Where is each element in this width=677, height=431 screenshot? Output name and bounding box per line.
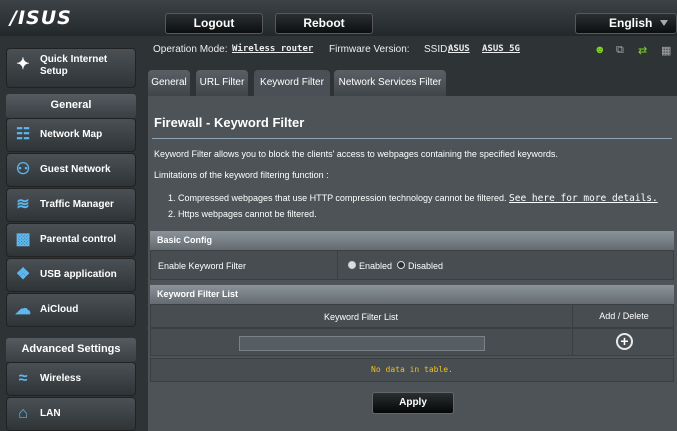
description-text: Keyword Filter allows you to block the c…	[154, 149, 558, 159]
home-icon: ⌂	[18, 405, 28, 422]
top-bar: /ISUS Logout Reboot English	[0, 0, 677, 36]
add-keyword-cell: +	[572, 329, 675, 355]
sidebar-item-label: Wireless	[40, 373, 82, 384]
add-delete-column-header: Add / Delete	[572, 305, 675, 327]
sidebar-item-label: LAN	[40, 408, 61, 419]
operation-mode-link[interactable]: Wireless router	[232, 44, 313, 54]
sidebar-item-quick-internet-setup[interactable]: ✦ Quick Internet Setup	[6, 48, 136, 88]
sidebar-item-label: AiCloud	[40, 304, 79, 315]
sidebar: ✦ Quick Internet Setup General ☷ Network…	[0, 40, 138, 431]
title-divider	[152, 138, 672, 139]
sidebar-item-label: Network Map	[40, 129, 103, 140]
ssid-label: SSID:	[424, 44, 451, 55]
keyword-filter-list-heading: Keyword Filter List	[150, 285, 674, 304]
general-heading: General	[6, 94, 136, 118]
tab-keyword-filter[interactable]: Keyword Filter	[254, 70, 330, 96]
chevron-down-icon	[660, 20, 668, 26]
sidebar-item-label: Quick Internet Setup	[40, 54, 108, 77]
add-icon[interactable]: +	[616, 333, 633, 350]
status-bar: Operation Mode: Wireless router Firmware…	[148, 38, 677, 63]
limitation-item: 1. Compressed webpages that use HTTP com…	[168, 193, 658, 204]
sidebar-item-traffic-manager[interactable]: ≋ Traffic Manager	[6, 188, 136, 222]
page-title: Firewall - Keyword Filter	[154, 115, 305, 130]
sidebar-item-parental-control[interactable]: ▩ Parental control	[6, 223, 136, 257]
tab-general[interactable]: General	[148, 70, 190, 96]
keyword-table-header: Keyword Filter List Add / Delete	[150, 304, 674, 328]
enabled-label[interactable]: Enabled	[359, 261, 392, 271]
keyword-input[interactable]	[239, 336, 485, 351]
keyword-column-header: Keyword Filter List	[323, 312, 399, 322]
enable-keyword-filter-label: Enable Keyword Filter	[158, 261, 247, 271]
disabled-label[interactable]: Disabled	[408, 261, 443, 271]
usb-icon[interactable]: ⇄	[638, 44, 647, 57]
apply-button[interactable]: Apply	[372, 392, 454, 414]
ssid-5g-link[interactable]: ASUS_5G	[482, 44, 520, 54]
sidebar-item-label: Traffic Manager	[40, 199, 114, 210]
tab-url-filter[interactable]: URL Filter	[196, 70, 248, 96]
guest-network-icon: ⚇	[15, 161, 31, 178]
main-panel: Firewall - Keyword Filter Keyword Filter…	[148, 96, 677, 431]
operation-mode-label: Operation Mode:	[153, 44, 228, 55]
firmware-label: Firmware Version:	[329, 44, 410, 55]
asus-logo: /ISUS	[10, 7, 72, 29]
language-select[interactable]: English	[575, 13, 677, 34]
see-details-link[interactable]: See here for more details.	[509, 193, 658, 204]
sidebar-item-aicloud[interactable]: ☁ AiCloud	[6, 293, 136, 327]
sidebar-item-label: Parental control	[40, 234, 117, 245]
network-map-icon: ☷	[15, 126, 31, 143]
limitation-text: 1. Compressed webpages that use HTTP com…	[168, 193, 510, 203]
sidebar-item-usb-application[interactable]: ❖ USB application	[6, 258, 136, 292]
cloud-icon: ☁	[15, 301, 31, 318]
ssid-2g-link[interactable]: ASUS	[448, 44, 470, 54]
user-icon[interactable]: ☻	[594, 44, 606, 56]
sidebar-item-network-map[interactable]: ☷ Network Map	[6, 118, 136, 152]
wand-icon: ✦	[16, 56, 30, 73]
language-value: English	[609, 16, 653, 30]
sidebar-item-label: USB application	[40, 269, 117, 280]
enabled-radio[interactable]	[348, 261, 356, 269]
disabled-radio[interactable]	[397, 261, 405, 269]
sidebar-item-label: Guest Network	[40, 164, 111, 175]
reboot-button[interactable]: Reboot	[275, 13, 373, 34]
printer-icon[interactable]: ▦	[661, 44, 671, 57]
lock-icon: ▩	[15, 231, 31, 248]
empty-table-message: No data in table.	[150, 358, 674, 382]
enable-keyword-filter-options: Enabled Disabled	[337, 251, 675, 279]
limitations-label: Limitations of the keyword filtering fun…	[154, 170, 329, 180]
keyword-input-row: +	[150, 328, 674, 356]
wifi-icon: ≈	[18, 370, 28, 387]
sidebar-item-guest-network[interactable]: ⚇ Guest Network	[6, 153, 136, 187]
sidebar-item-lan[interactable]: ⌂ LAN	[6, 397, 136, 431]
sidebar-item-wireless[interactable]: ≈ Wireless	[6, 362, 136, 396]
enable-keyword-filter-row: Enable Keyword Filter Enabled Disabled	[150, 250, 674, 280]
puzzle-icon: ❖	[15, 266, 31, 283]
advanced-settings-heading: Advanced Settings	[6, 338, 136, 362]
logout-button[interactable]: Logout	[165, 13, 263, 34]
tab-network-services-filter[interactable]: Network Services Filter	[334, 70, 446, 96]
network-icon[interactable]: ⧉	[616, 44, 624, 57]
limitation-item: 2. Https webpages cannot be filtered.	[168, 209, 317, 219]
basic-config-heading: Basic Config	[150, 231, 674, 250]
traffic-manager-icon: ≋	[16, 196, 30, 213]
